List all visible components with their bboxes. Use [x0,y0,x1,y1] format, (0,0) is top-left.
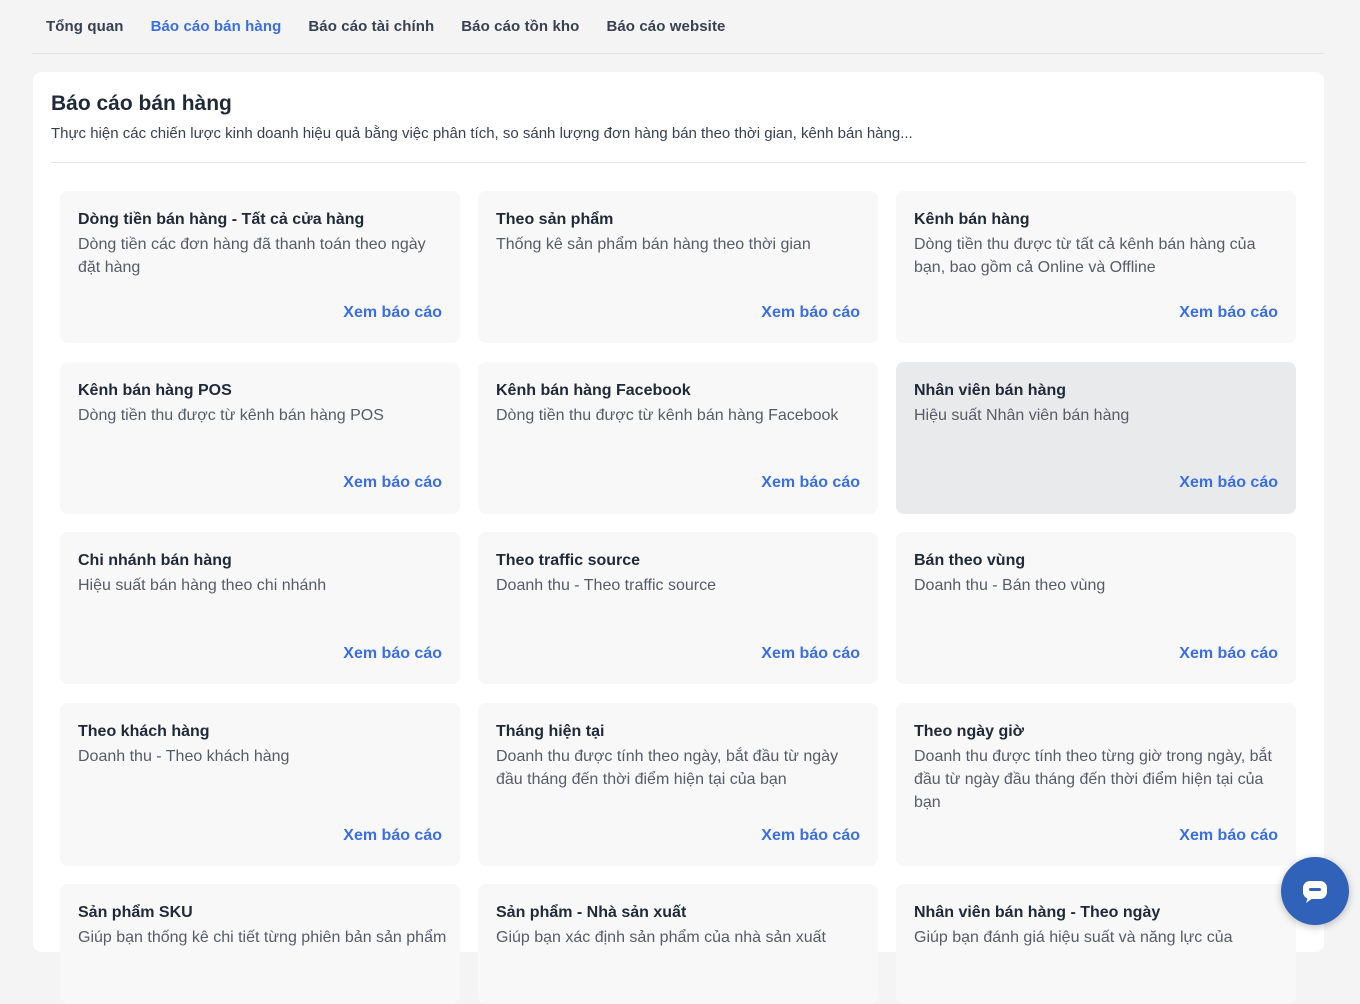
card-title: Bán theo vùng [914,552,1026,569]
report-card[interactable]: Kênh bán hàng Facebook Dòng tiền thu đượ… [478,362,878,514]
report-tabs: Tổng quan Báo cáo bán hàng Báo cáo tài c… [32,0,1324,54]
tab-overview[interactable]: Tổng quan [46,18,124,35]
card-title: Kênh bán hàng POS [78,382,232,399]
report-card[interactable]: Nhân viên bán hàng Hiệu suất Nhân viên b… [896,362,1296,514]
card-title: Theo sản phẩm [496,211,614,228]
report-card-grid: Dòng tiền bán hàng - Tất cả cửa hàng Dòn… [33,72,1324,1004]
card-description: Doanh thu được tính theo từng giờ trong … [914,748,1272,811]
tab-inventory-report[interactable]: Báo cáo tồn kho [461,18,579,35]
report-card[interactable]: Theo sản phẩm Thống kê sản phẩm bán hàng… [478,191,878,343]
card-description: Dòng tiền thu được từ tất cả kênh bán hà… [914,236,1256,276]
report-card[interactable]: Dòng tiền bán hàng - Tất cả cửa hàng Dòn… [60,191,460,343]
card-title: Sản phẩm SKU [78,904,193,921]
chat-bubble-icon [1300,877,1330,905]
card-title: Theo khách hàng [78,723,210,740]
view-report-link[interactable]: Xem báo cáo [1179,304,1278,322]
view-report-link[interactable]: Xem báo cáo [343,474,442,492]
card-title: Sản phẩm - Nhà sản xuất [496,904,687,921]
report-card[interactable]: Kênh bán hàng Dòng tiền thu được từ tất … [896,191,1296,343]
card-title: Nhân viên bán hàng - Theo ngày [914,904,1161,921]
card-description: Thống kê sản phẩm bán hàng theo thời gia… [496,236,811,253]
report-card[interactable]: Sản phẩm SKU Giúp bạn thống kê chi tiết … [60,884,460,1004]
report-card[interactable]: Bán theo vùng Doanh thu - Bán theo vùng … [896,532,1296,684]
card-title: Theo ngày giờ [914,723,1025,740]
card-description: Giúp bạn thống kê chi tiết từng phiên bả… [78,929,447,946]
chat-button[interactable] [1281,857,1349,925]
tab-finance-report[interactable]: Báo cáo tài chính [308,18,434,35]
view-report-link[interactable]: Xem báo cáo [343,304,442,322]
report-card[interactable]: Nhân viên bán hàng - Theo ngày Giúp bạn … [896,884,1296,1004]
card-description: Giúp bạn xác định sản phẩm của nhà sản x… [496,929,826,946]
card-description: Hiệu suất bán hàng theo chi nhánh [78,577,327,594]
card-title: Tháng hiện tại [496,723,605,740]
view-report-link[interactable]: Xem báo cáo [343,645,442,663]
card-description: Dòng tiền các đơn hàng đã thanh toán the… [78,236,426,276]
view-report-link[interactable]: Xem báo cáo [761,474,860,492]
card-title: Kênh bán hàng Facebook [496,382,691,399]
view-report-link[interactable]: Xem báo cáo [1179,474,1278,492]
card-title: Kênh bán hàng [914,211,1030,228]
view-report-link[interactable]: Xem báo cáo [1179,827,1278,845]
card-description: Giúp bạn đánh giá hiệu suất và năng lực … [914,929,1233,946]
tab-sales-report[interactable]: Báo cáo bán hàng [151,18,282,35]
card-description: Doanh thu - Theo traffic source [496,577,716,594]
report-card[interactable]: Kênh bán hàng POS Dòng tiền thu được từ … [60,362,460,514]
view-report-link[interactable]: Xem báo cáo [761,827,860,845]
sales-report-panel: Báo cáo bán hàng Thực hiện các chiến lượ… [33,72,1324,1004]
card-title: Theo traffic source [496,552,641,569]
view-report-link[interactable]: Xem báo cáo [761,304,860,322]
card-title: Dòng tiền bán hàng - Tất cả cửa hàng [78,211,365,228]
view-report-link[interactable]: Xem báo cáo [1179,645,1278,663]
view-report-link[interactable]: Xem báo cáo [343,827,442,845]
card-description: Doanh thu - Theo khách hàng [78,748,290,765]
report-card[interactable]: Theo khách hàng Doanh thu - Theo khách h… [60,703,460,866]
card-description: Hiệu suất Nhân viên bán hàng [914,407,1130,424]
tab-website-report[interactable]: Báo cáo website [606,18,725,35]
report-card[interactable]: Theo traffic source Doanh thu - Theo tra… [478,532,878,684]
card-description: Doanh thu được tính theo ngày, bắt đầu t… [496,748,839,788]
report-card[interactable]: Theo ngày giờ Doanh thu được tính theo t… [896,703,1296,866]
view-report-link[interactable]: Xem báo cáo [761,645,860,663]
card-description: Doanh thu - Bán theo vùng [914,577,1106,594]
card-description: Dòng tiền thu được từ kênh bán hàng Face… [496,407,839,424]
card-title: Nhân viên bán hàng [914,382,1067,399]
card-title: Chi nhánh bán hàng [78,552,232,569]
report-card[interactable]: Sản phẩm - Nhà sản xuất Giúp bạn xác địn… [478,884,878,1004]
report-card[interactable]: Tháng hiện tại Doanh thu được tính theo … [478,703,878,866]
card-description: Dòng tiền thu được từ kênh bán hàng POS [78,407,384,424]
report-card[interactable]: Chi nhánh bán hàng Hiệu suất bán hàng th… [60,532,460,684]
